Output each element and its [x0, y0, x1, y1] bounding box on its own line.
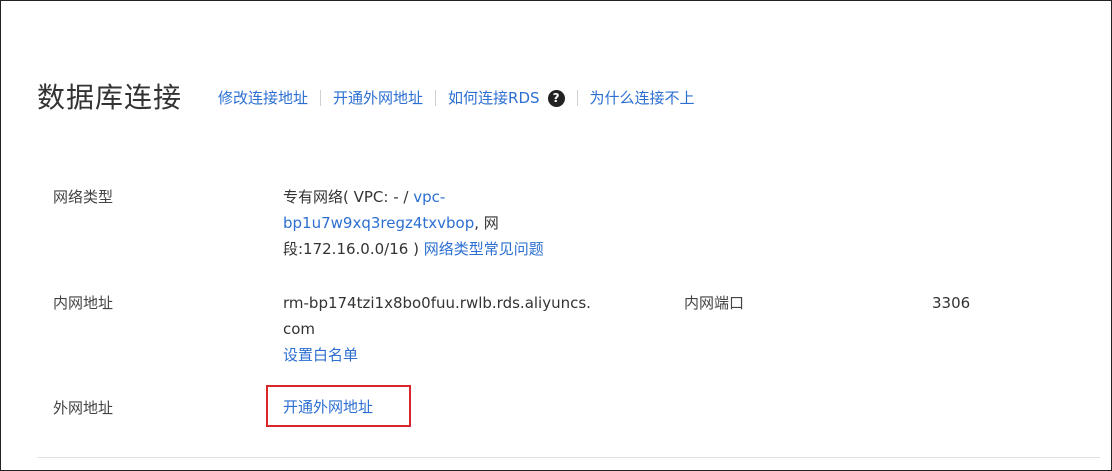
- link-separator: [576, 90, 578, 106]
- how-to-connect-link[interactable]: 如何连接RDS: [448, 88, 540, 108]
- public-address-label: 外网地址: [53, 399, 114, 417]
- vpc-prefix-text: 专有网络( VPC: - /: [283, 188, 414, 206]
- network-type-value: 专有网络( VPC: - / vpc- bp1u7w9xq3regz4txvbo…: [283, 184, 553, 262]
- section-header: 数据库连接 修改连接地址 开通外网地址 如何连接RDS ? 为什么连接不上: [37, 78, 695, 118]
- bottom-divider: [37, 457, 1100, 458]
- link-separator: [320, 90, 322, 106]
- set-whitelist-link[interactable]: 设置白名单: [283, 346, 358, 364]
- vpc-id-link-part1[interactable]: vpc-: [413, 188, 445, 206]
- help-icon[interactable]: ?: [547, 89, 565, 107]
- internal-port-value: 3306: [932, 294, 971, 312]
- internal-address-line1: rm-bp174tzi1x8bo0fuu.rwlb.rds.aliyuncs.: [283, 294, 591, 312]
- header-links: 修改连接地址 开通外网地址 如何连接RDS ? 为什么连接不上: [218, 88, 695, 108]
- internal-address-value: rm-bp174tzi1x8bo0fuu.rwlb.rds.aliyuncs. …: [283, 290, 623, 368]
- why-connect-fail-link[interactable]: 为什么连接不上: [590, 88, 695, 108]
- open-public-address-button[interactable]: 开通外网地址: [283, 395, 373, 419]
- open-public-address-link[interactable]: 开通外网地址: [333, 88, 423, 108]
- internal-address-label: 内网地址: [53, 294, 114, 312]
- vpc-mid-text: , 网: [474, 214, 499, 232]
- internal-port-label: 内网端口: [684, 294, 745, 312]
- network-segment-text: 段:172.16.0.0/16 ): [283, 240, 424, 258]
- internal-address-line2: com: [283, 320, 316, 338]
- network-type-faq-link[interactable]: 网络类型常见问题: [424, 240, 544, 258]
- page-title: 数据库连接: [37, 81, 183, 114]
- network-type-label: 网络类型: [53, 188, 114, 206]
- link-separator: [435, 90, 437, 106]
- vpc-id-link-part2[interactable]: bp1u7w9xq3regz4txvbop: [283, 214, 474, 232]
- modify-address-link[interactable]: 修改连接地址: [218, 88, 308, 108]
- window-frame: [0, 0, 1112, 471]
